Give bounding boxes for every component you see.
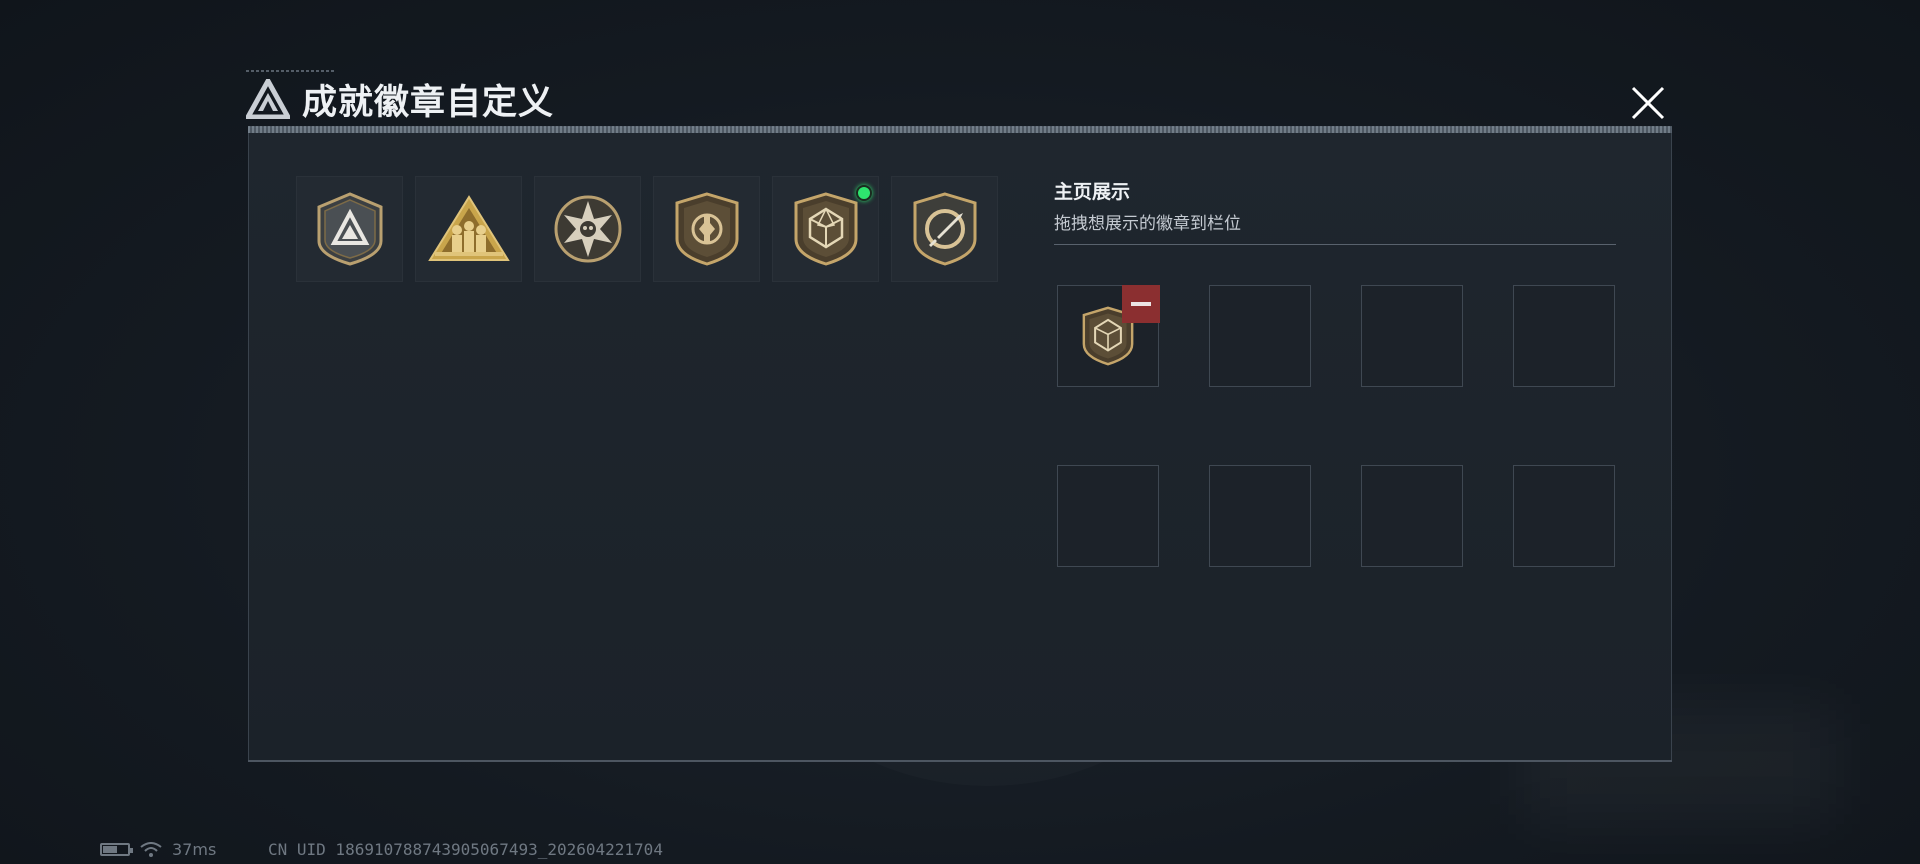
showcase-hint: 拖拽想展示的徽章到栏位 [1054,214,1241,234]
minus-icon [1131,302,1151,306]
triangle-logo-icon [246,79,290,119]
window-title: 成就徽章自定义 [302,82,555,123]
new-indicator-dot [856,185,872,201]
showcase-slot-6[interactable] [1209,465,1311,567]
ping-text: 37ms [172,840,217,859]
remove-badge-button[interactable] [1122,285,1160,323]
showcase-slot-5[interactable] [1057,465,1159,567]
showcase-slot-3[interactable] [1361,285,1463,387]
uid-text: CN UID 1869107887439050674​93_2026042217… [268,840,663,859]
badge-item[interactable] [891,176,998,282]
status-bar: 37ms [100,840,216,859]
showcase-slot-4[interactable] [1513,285,1615,387]
title-decoration [246,70,336,72]
showcase-slot-7[interactable] [1361,465,1463,567]
shield-emblem-badge-icon [675,192,738,266]
badge-inventory [296,176,998,282]
shield-triangle-badge-icon [317,192,382,266]
showcase-slot-2[interactable] [1209,285,1311,387]
badge-item[interactable] [296,176,403,282]
soldiers-triangle-badge-icon [427,195,510,261]
showcase-slot-8[interactable] [1513,465,1615,567]
crossed-knife-badge-icon [913,192,976,266]
star-skull-badge-icon [554,195,621,263]
badge-item[interactable] [772,176,879,282]
close-button[interactable] [1622,78,1674,128]
battery-icon [100,843,133,856]
panel-bottom-border [248,760,1672,762]
close-icon [1631,86,1665,120]
panel-top-border [248,126,1672,133]
wifi-icon [140,841,162,857]
window-title-bar: 成就徽章自定义 [246,74,554,124]
polyhedron-shield-badge-icon [794,192,857,266]
badge-item[interactable] [415,176,522,282]
showcase-title: 主页展示 [1054,181,1131,203]
badge-item[interactable] [534,176,641,282]
divider [1054,244,1616,245]
badge-item[interactable] [653,176,760,282]
